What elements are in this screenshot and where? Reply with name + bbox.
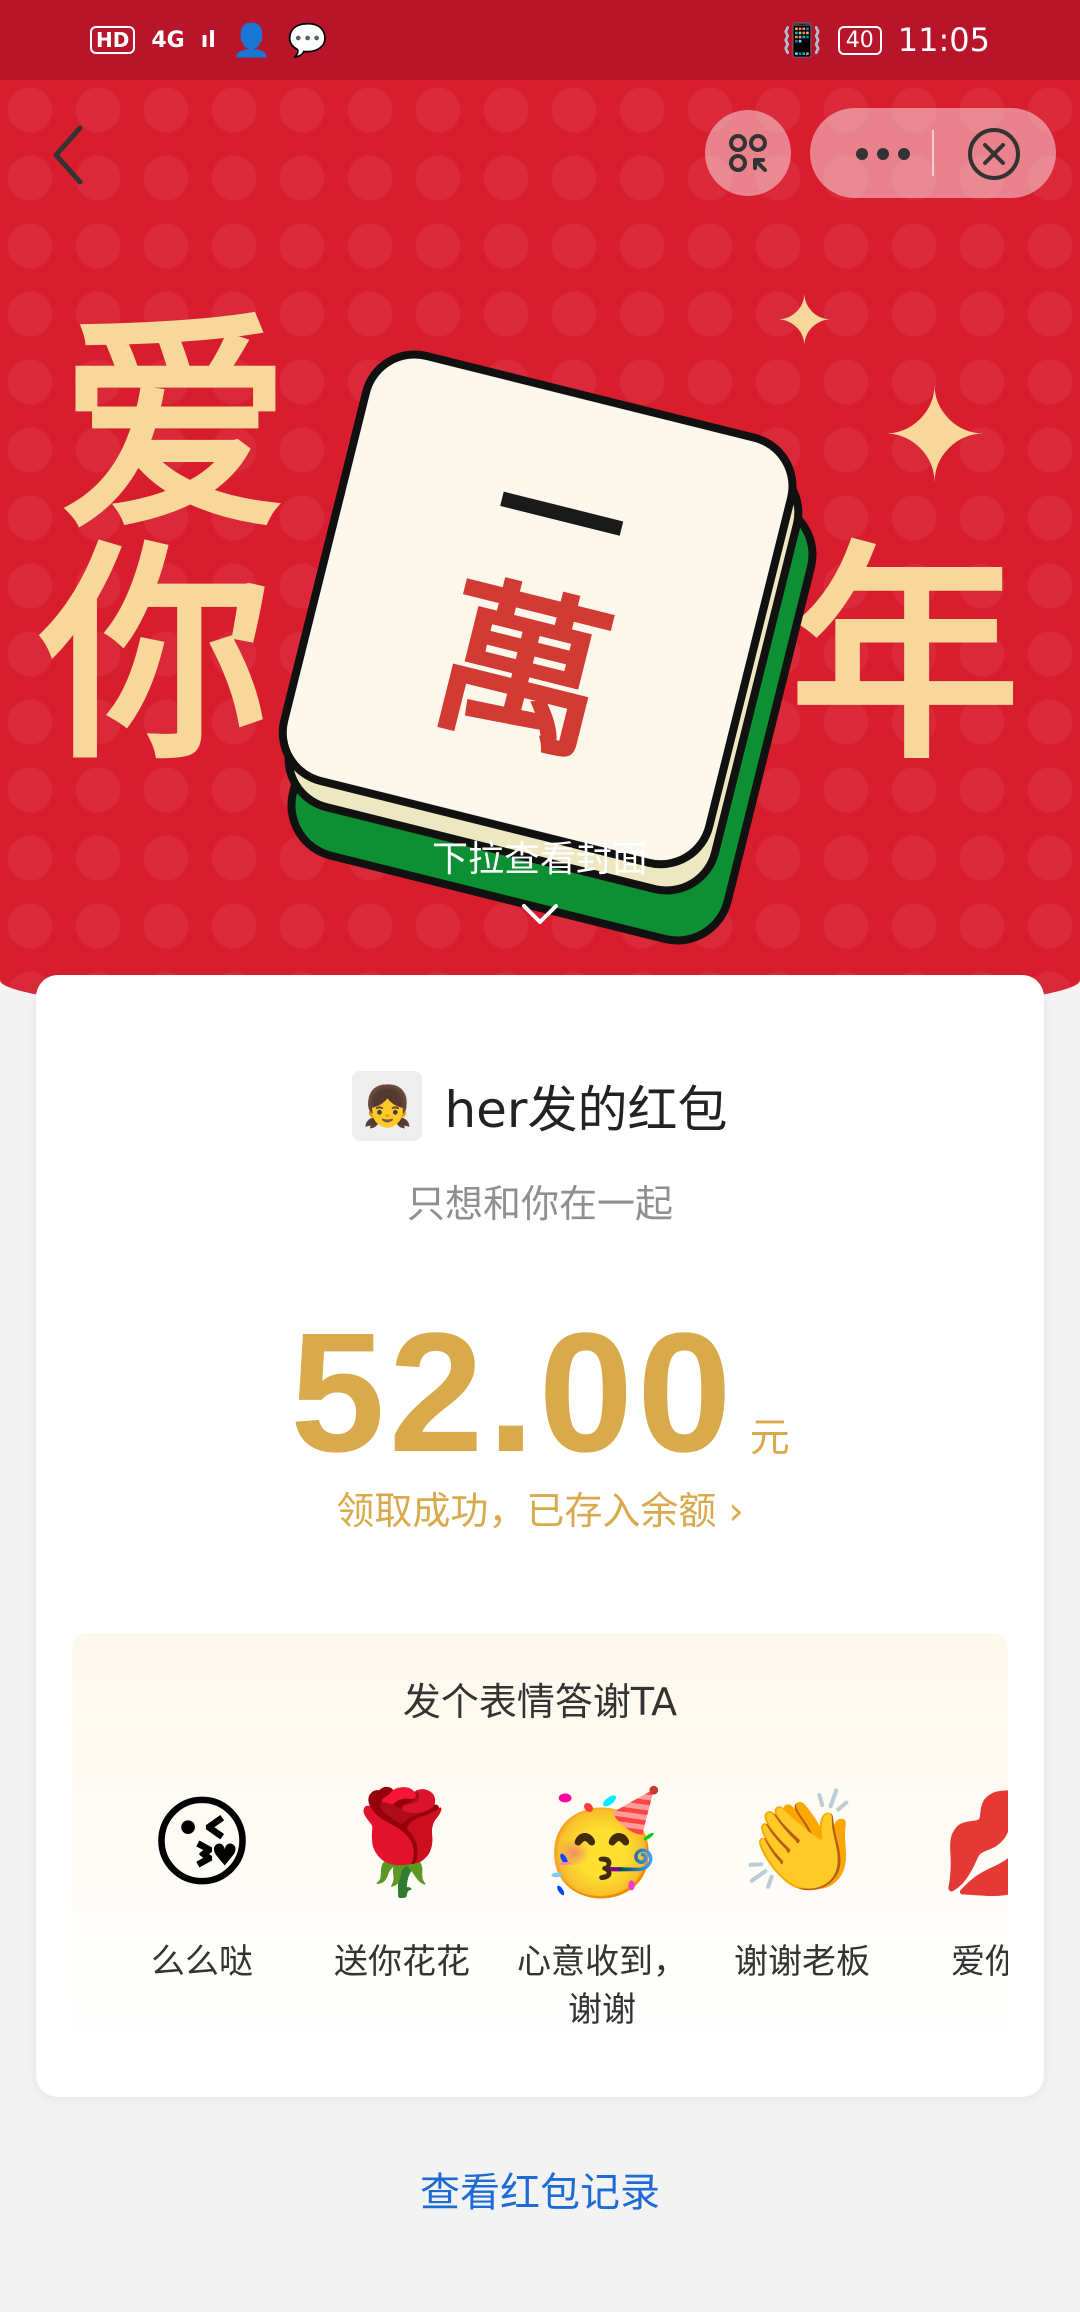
- clapping-hands-icon: 👏: [739, 1784, 865, 1901]
- network-type: 4G: [151, 27, 185, 53]
- scan-icon: [729, 134, 767, 172]
- avatar: 👧: [352, 1071, 423, 1141]
- chevron-down-icon: [522, 904, 558, 924]
- thanks-title: 发个表情答谢TA: [402, 1680, 678, 1724]
- sticker-label: 送你花花: [334, 1942, 470, 1982]
- close-icon[interactable]: [966, 126, 1022, 182]
- sticker-label: 爱你么: [951, 1942, 1008, 1982]
- sender-title: her发的红包: [444, 1081, 728, 1139]
- battery-icon: 40: [837, 25, 882, 55]
- status-bar: HD 4G ıl 👤 💬 📳 40 11:05: [0, 0, 1080, 80]
- sticker-clap[interactable]: 👏 谢谢老板: [702, 1783, 902, 2034]
- sticker-label: 谢谢老板: [734, 1942, 870, 1982]
- pull-hint: 下拉查看封面: [431, 839, 648, 880]
- sparkle-icon: ✦: [775, 280, 834, 362]
- scan-button[interactable]: [705, 110, 791, 196]
- amount-unit: 元: [749, 1415, 790, 1461]
- tile-bottom-char: 萬: [415, 552, 630, 789]
- qq-icon: 👤: [231, 21, 272, 59]
- vibrate-icon: 📳: [781, 21, 822, 59]
- sticker-kiss[interactable]: 😘 么么哒: [102, 1783, 302, 2034]
- hd-icon: HD: [90, 26, 136, 54]
- sticker-list: 😘 么么哒 🌹 送你花花 🥳 心意收到，谢谢 👏 谢谢老板 💋 爱你么: [102, 1783, 1008, 2034]
- wechat-icon: 💬: [287, 21, 328, 59]
- sticker-party[interactable]: 🥳 心意收到，谢谢: [502, 1783, 702, 2034]
- amount-value: 52.00: [290, 1298, 736, 1488]
- sticker-label: 心意收到，谢谢: [517, 1942, 687, 2030]
- kiss-face-icon: 😘: [149, 1784, 255, 1901]
- party-face-icon: 🥳: [539, 1784, 665, 1901]
- sticker-rose[interactable]: 🌹 送你花花: [302, 1783, 502, 2034]
- sticker-lips[interactable]: 💋 爱你么: [902, 1783, 1008, 2034]
- view-records-link[interactable]: 查看红包记录: [0, 2160, 1080, 2218]
- mini-program-capsule: [810, 108, 1056, 198]
- signal-icon: ıl: [200, 27, 216, 53]
- sparkle-icon: ✦: [880, 360, 989, 512]
- capsule-divider: [932, 130, 934, 176]
- thanks-panel: 发个表情答谢TA 😘 么么哒 🌹 送你花花 🥳 心意收到，谢谢 👏 谢谢老板 💋…: [72, 1633, 1008, 2053]
- sticker-label: 么么哒: [151, 1942, 253, 1982]
- amount-row: 52.00 元: [36, 1295, 1044, 1491]
- red-packet-cover[interactable]: 爱 你 年 ✦ ✦ 一 萬 下拉查看封面: [0, 80, 1080, 1020]
- rose-icon: 🌹: [339, 1784, 465, 1901]
- lips-icon: 💋: [939, 1784, 1008, 1901]
- clock: 11:05: [897, 21, 990, 59]
- balance-status-link[interactable]: 领取成功，已存入余额 ›: [36, 1480, 1044, 1535]
- blessing-text: 只想和你在一起: [406, 1182, 673, 1226]
- cover-char-ni: 你: [40, 521, 271, 791]
- more-icon[interactable]: [848, 134, 918, 174]
- back-arrow-icon[interactable]: [44, 120, 94, 190]
- sender-row: 👧 her发的红包: [36, 1070, 1044, 1142]
- packet-detail-card: 👧 her发的红包 只想和你在一起 52.00 元 领取成功，已存入余额 › 发个…: [36, 975, 1044, 2097]
